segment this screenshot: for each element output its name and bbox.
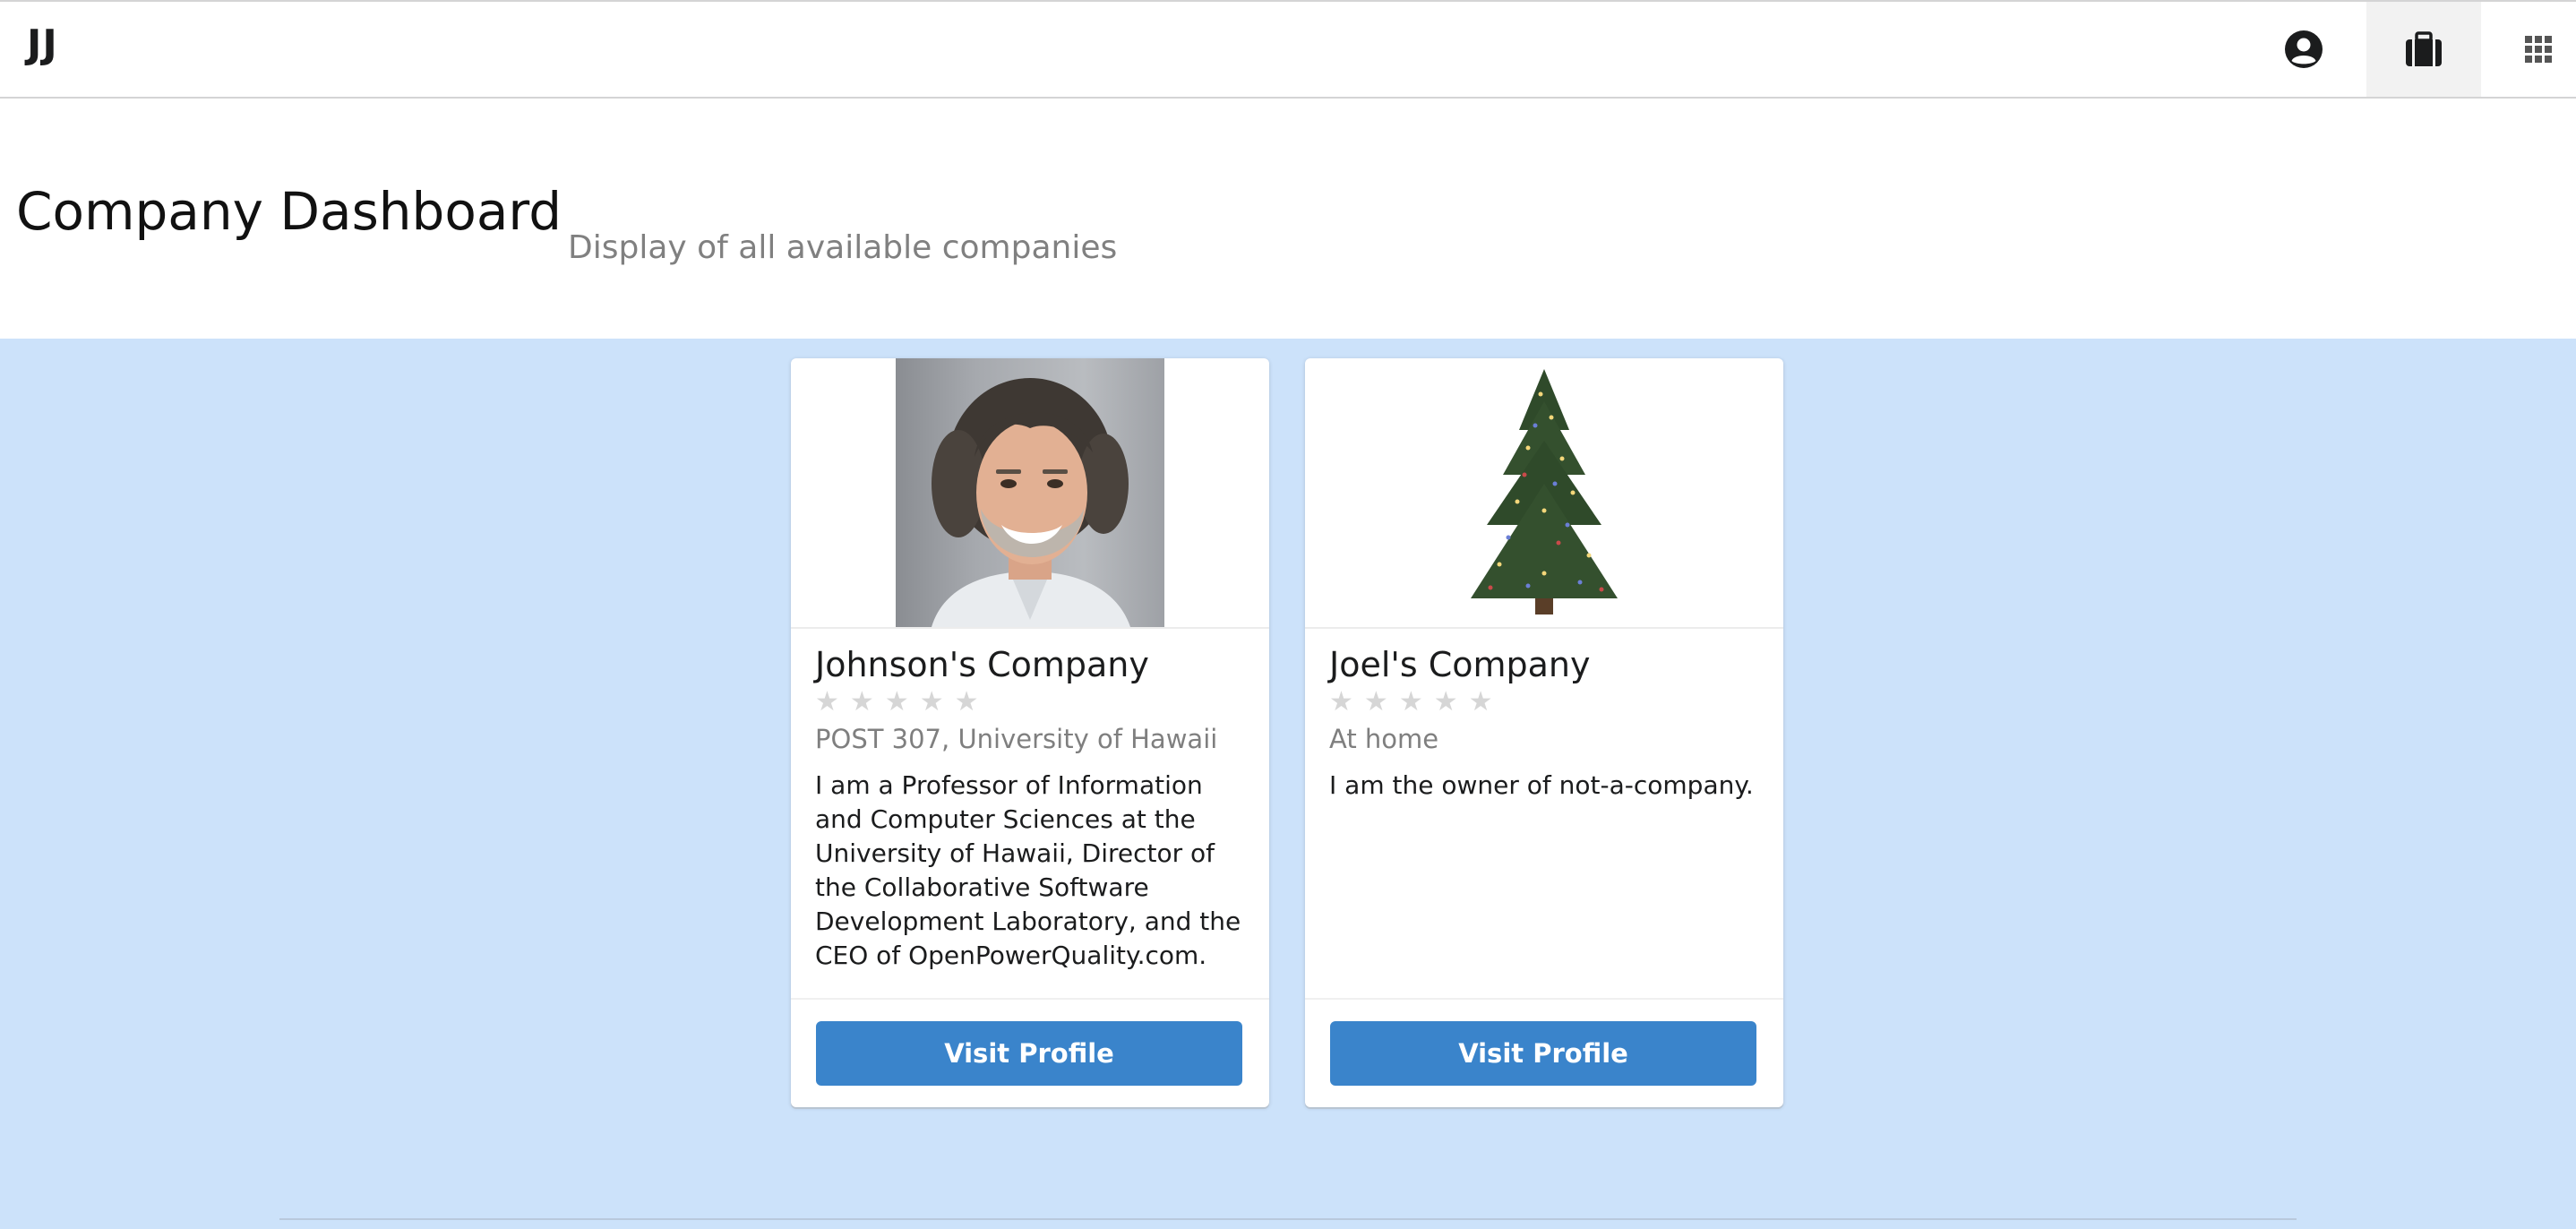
company-name[interactable]: Johnson's Company — [815, 645, 1149, 684]
company-image — [1305, 358, 1783, 629]
company-description: I am a Professor of Information and Comp… — [815, 770, 1241, 970]
company-card: Joel's Company ★ ★ ★ ★ ★ At home I am th… — [1305, 358, 1783, 1107]
page-subtitle: Display of all available companies — [568, 229, 1118, 266]
company-location: POST 307, University of Hawaii — [815, 724, 1218, 754]
company-image — [791, 358, 1269, 629]
company-location: At home — [1329, 724, 1439, 754]
star-icon[interactable]: ★ — [815, 686, 839, 718]
portrait-photo — [896, 358, 1164, 627]
company-name[interactable]: Joel's Company — [1329, 645, 1591, 684]
star-icon[interactable]: ★ — [1364, 686, 1388, 718]
star-icon[interactable]: ★ — [1469, 686, 1493, 718]
top-navbar: JJ — [0, 0, 2576, 99]
star-rating[interactable]: ★ ★ ★ ★ ★ — [815, 686, 979, 718]
visit-profile-button[interactable]: Visit Profile — [816, 1021, 1242, 1086]
brand-logo[interactable]: JJ — [27, 21, 58, 67]
card-footer: Visit Profile — [791, 998, 1269, 1107]
star-icon[interactable]: ★ — [955, 686, 979, 718]
footer-divider — [279, 1218, 2297, 1220]
star-icon[interactable]: ★ — [885, 686, 909, 718]
page-title: Company Dashboard — [16, 181, 562, 242]
star-icon[interactable]: ★ — [1399, 686, 1423, 718]
page-header: Company Dashboard Display of all availab… — [0, 99, 2576, 339]
christmas-tree-photo — [1471, 369, 1618, 614]
company-card: Johnson's Company ★ ★ ★ ★ ★ POST 307, Un… — [791, 358, 1269, 1107]
star-icon[interactable]: ★ — [920, 686, 944, 718]
star-rating[interactable]: ★ ★ ★ ★ ★ — [1329, 686, 1493, 718]
companies-button[interactable] — [2366, 2, 2481, 97]
user-circle-icon — [2285, 30, 2323, 68]
star-icon[interactable]: ★ — [1329, 686, 1353, 718]
star-icon[interactable]: ★ — [850, 686, 874, 718]
apps-menu-button[interactable] — [2481, 2, 2576, 97]
company-description: I am the owner of not-a-company. — [1329, 770, 1754, 800]
grid-icon — [2525, 36, 2552, 63]
star-icon[interactable]: ★ — [1434, 686, 1458, 718]
visit-profile-button[interactable]: Visit Profile — [1330, 1021, 1756, 1086]
portrait-illustration — [932, 378, 1130, 627]
card-footer: Visit Profile — [1305, 998, 1783, 1107]
user-profile-button[interactable] — [2246, 2, 2361, 97]
briefcase-icon — [2406, 31, 2442, 66]
